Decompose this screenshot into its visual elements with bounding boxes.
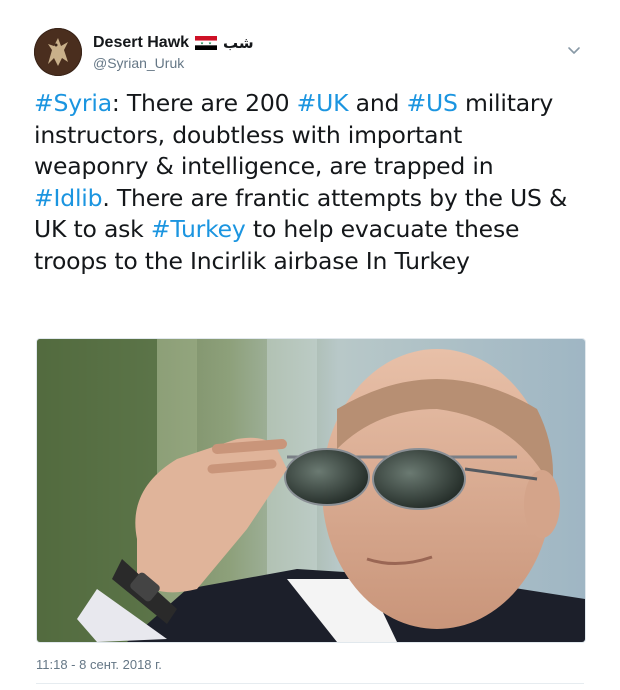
tweet-photo[interactable] [36, 338, 586, 643]
tweet-timestamp[interactable]: 11:18 - 8 сент. 2018 г. [36, 657, 162, 672]
avatar[interactable] [34, 28, 82, 76]
hashtag-link[interactable]: #US [407, 89, 458, 117]
hashtag-link[interactable]: #Idlib [34, 184, 103, 212]
tweet-text-segment: UK to ask [34, 215, 151, 243]
tweet-text: #Syria: There are 200 #UK and #US milita… [34, 88, 594, 277]
tweet-card: Desert Hawk شب @Syrian_Uruk #Syria: Ther… [0, 0, 620, 690]
author-display-name[interactable]: Desert Hawk [93, 34, 189, 52]
hashtag-link[interactable]: #Syria [34, 89, 112, 117]
tweet-text-line: troops to the Incirlik airbase In Turkey [34, 246, 594, 278]
photo-man-sunglasses [37, 339, 585, 642]
tweet-text-segment: and [348, 89, 407, 117]
tweet-text-line: UK to ask #Turkey to help evacuate these [34, 214, 594, 246]
author-handle[interactable]: @Syrian_Uruk [93, 55, 184, 71]
tweet-text-segment: weaponry & intelligence, are trapped in [34, 152, 494, 180]
tweet-text-line: instructors, doubtless with important [34, 120, 594, 152]
tweet-text-segment: to help evacuate these [245, 215, 520, 243]
hashtag-link[interactable]: #UK [297, 89, 349, 117]
author-name-row: Desert Hawk شب [93, 32, 254, 54]
tweet-text-segment: military [457, 89, 554, 117]
tweet-text-segment: troops to the Incirlik airbase In Turkey [34, 246, 470, 275]
chevron-down-icon[interactable] [566, 42, 582, 58]
syria-flag-icon [195, 36, 218, 50]
divider [36, 683, 584, 684]
tweet-text-line: weaponry & intelligence, are trapped in [34, 151, 594, 183]
tweet-text-line: #Idlib. There are frantic attempts by th… [34, 183, 594, 215]
author-arabic-name: شب [223, 34, 254, 52]
hashtag-link[interactable]: #Turkey [151, 215, 246, 243]
griffin-avatar-icon [34, 28, 82, 76]
tweet-text-segment: instructors, doubtless with important [34, 120, 463, 149]
tweet-text-line: #Syria: There are 200 #UK and #US milita… [34, 88, 594, 120]
tweet-text-segment: : There are 200 [111, 89, 297, 117]
tweet-text-segment: . There are frantic attempts by the US & [102, 183, 568, 212]
